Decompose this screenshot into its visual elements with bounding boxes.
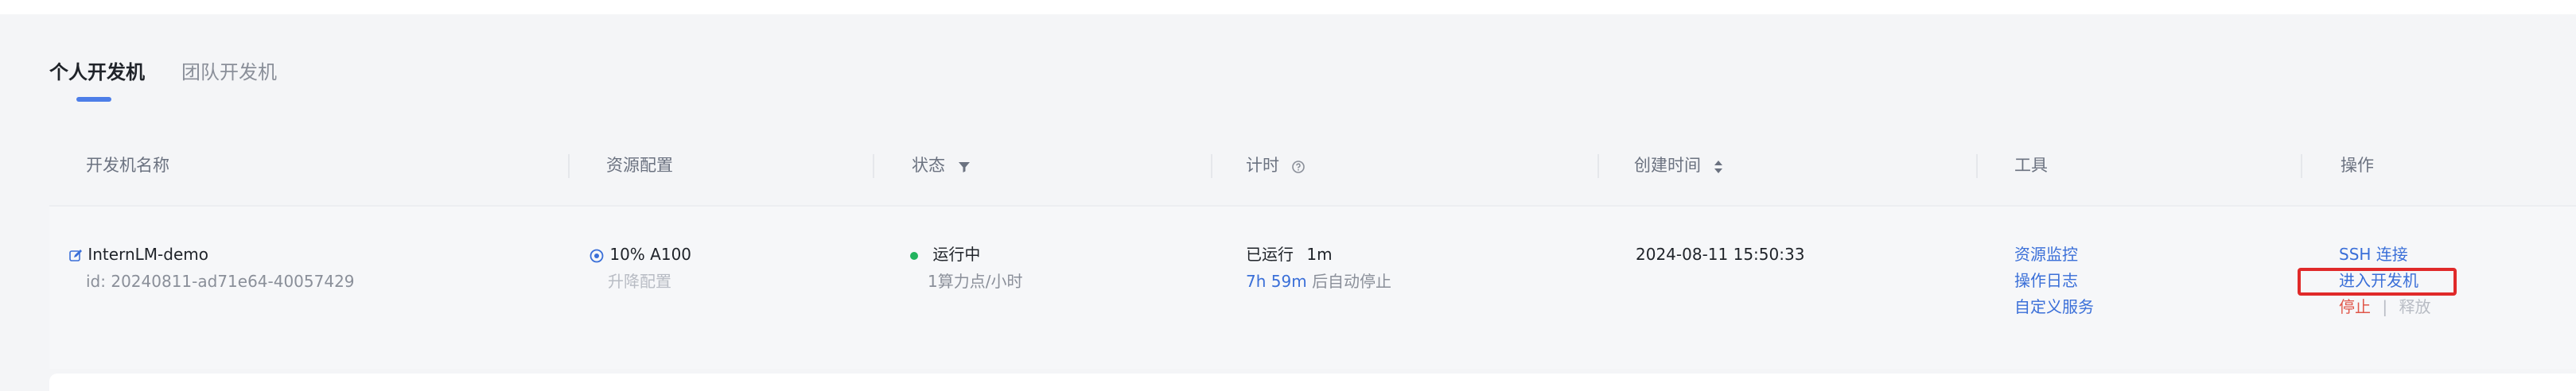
column-header-created: 创建时间 bbox=[1634, 146, 1724, 184]
status-text: 运行中 bbox=[932, 245, 981, 264]
column-header-timer: 计时 bbox=[1246, 146, 1306, 184]
stop-release-group: 停止 | 释放 bbox=[2339, 294, 2430, 319]
resize-config-link[interactable]: 升降配置 bbox=[608, 269, 671, 294]
column-header-timer-label: 计时 bbox=[1246, 156, 1279, 175]
machine-name-cell: InternLM-demo bbox=[68, 242, 208, 267]
edit-icon[interactable] bbox=[68, 245, 88, 264]
column-separator bbox=[1597, 154, 1599, 178]
top-strip bbox=[0, 0, 2576, 14]
tab-personal[interactable]: 个人开发机 bbox=[49, 59, 145, 86]
created-time: 2024-08-11 15:50:33 bbox=[1636, 245, 1805, 264]
column-header-tools: 工具 bbox=[2014, 156, 2048, 175]
sort-icon[interactable] bbox=[1713, 147, 1724, 185]
table-bottom-edge bbox=[49, 374, 2576, 391]
gpu-icon bbox=[589, 245, 609, 264]
tool-custom-service[interactable]: 自定义服务 bbox=[2014, 294, 2094, 319]
column-separator bbox=[873, 154, 874, 178]
table-header: 开发机名称 资源配置 状态 计时 创建时间 工具 操作 bbox=[49, 146, 2576, 184]
column-header-resource: 资源配置 bbox=[606, 156, 673, 175]
help-circle-icon[interactable] bbox=[1291, 147, 1306, 185]
release-button[interactable]: 释放 bbox=[2399, 297, 2430, 316]
tab-team[interactable]: 团队开发机 bbox=[181, 59, 277, 86]
column-separator bbox=[568, 154, 570, 178]
status-running-dot bbox=[910, 251, 918, 260]
timer-value: 1m bbox=[1306, 245, 1333, 264]
column-header-name: 开发机名称 bbox=[86, 156, 169, 175]
status-detail: 1算力点/小时 bbox=[928, 272, 1023, 291]
timer-cell: 已运行 1m bbox=[1246, 242, 1333, 267]
column-header-created-label: 创建时间 bbox=[1634, 156, 1701, 175]
stop-button[interactable]: 停止 bbox=[2339, 297, 2371, 316]
resource-value: 10% A100 bbox=[609, 245, 692, 264]
resource-cell: 10% A100 bbox=[589, 242, 691, 267]
column-separator bbox=[1976, 154, 1978, 178]
tool-operation-log[interactable]: 操作日志 bbox=[2014, 268, 2078, 293]
action-separator: | bbox=[2382, 297, 2388, 316]
column-header-actions: 操作 bbox=[2341, 156, 2374, 175]
column-header-status: 状态 bbox=[912, 146, 971, 184]
column-header-status-label: 状态 bbox=[912, 156, 945, 175]
tool-resource-monitor[interactable]: 资源监控 bbox=[2014, 242, 2078, 267]
tab-active-indicator bbox=[76, 97, 111, 102]
auto-stop-cell: 7h 59m 后自动停止 bbox=[1246, 269, 1391, 294]
auto-stop-time[interactable]: 7h 59m bbox=[1246, 272, 1307, 291]
column-separator bbox=[2301, 154, 2302, 178]
filter-icon[interactable] bbox=[957, 147, 971, 185]
ssh-connect-link[interactable]: SSH 连接 bbox=[2339, 242, 2408, 267]
auto-stop-text: 后自动停止 bbox=[1312, 272, 1392, 291]
machine-name[interactable]: InternLM-demo bbox=[88, 245, 208, 264]
column-separator bbox=[1211, 154, 1212, 178]
timer-label: 已运行 bbox=[1246, 245, 1294, 264]
status-cell: 运行中 bbox=[910, 242, 980, 267]
machine-id: id: 20240811-ad71e64-40057429 bbox=[86, 272, 355, 291]
highlight-annotation-box bbox=[2298, 268, 2457, 296]
